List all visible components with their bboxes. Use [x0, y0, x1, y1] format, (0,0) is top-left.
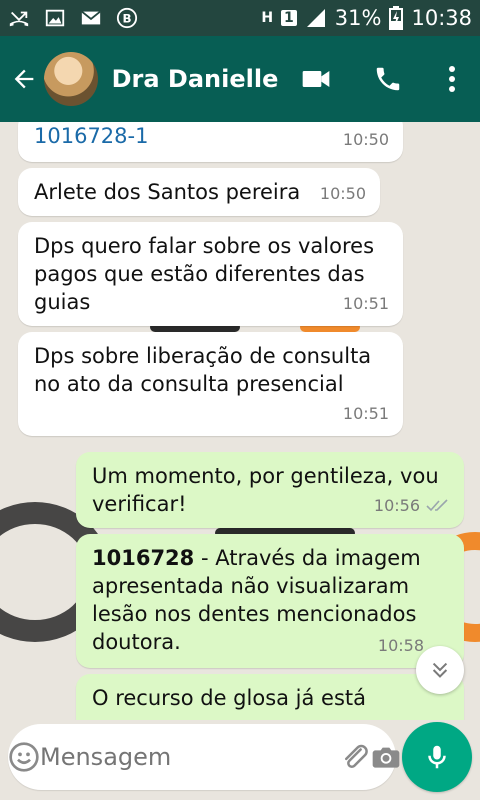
message-time: 10:51	[342, 294, 389, 313]
video-call-icon	[302, 71, 330, 87]
chat-header: Dra Danielle…	[0, 36, 480, 122]
emoji-button[interactable]	[8, 724, 40, 790]
message-incoming[interactable]: Dps quero falar sobre os valores pagos q…	[18, 222, 403, 326]
camera-button[interactable]	[370, 724, 402, 790]
message-outgoing[interactable]: Um momento, por gentileza, vou verificar…	[76, 452, 464, 528]
microphone-icon	[428, 745, 446, 769]
clock: 10:38	[411, 6, 472, 30]
video-call-button[interactable]	[280, 36, 352, 122]
avatar[interactable]	[43, 52, 98, 106]
svg-text:B: B	[122, 12, 131, 26]
more-options-button[interactable]	[424, 36, 480, 122]
status-bar: B H 1 31% 10:38	[0, 0, 480, 36]
message-outgoing[interactable]: O recurso de glosa já está	[76, 674, 464, 720]
battery-percent: 31%	[334, 6, 382, 30]
emoji-icon	[9, 742, 39, 772]
message-list[interactable]: 1016728-1 10:50 Arlete dos Santos pereir…	[0, 122, 480, 720]
message-incoming[interactable]: Dps sobre liberação de consulta no ato d…	[18, 332, 403, 436]
b-app-icon: B	[116, 7, 138, 29]
network-type: H	[261, 10, 274, 26]
message-time: 10:51	[342, 404, 389, 423]
message-text[interactable]: 1016728-1	[34, 124, 148, 148]
message-bold-prefix: 1016728	[92, 546, 195, 570]
message-time: 10:56	[373, 496, 420, 515]
message-time: 10:50	[319, 184, 366, 203]
attach-button[interactable]	[340, 724, 370, 790]
voice-call-button[interactable]	[352, 36, 424, 122]
message-time: 10:58	[377, 636, 424, 655]
read-receipt-icon	[426, 499, 448, 512]
message-text: Arlete dos Santos pereira	[34, 180, 301, 204]
message-time: 10:50	[342, 130, 389, 149]
message-incoming[interactable]: 1016728-1 10:50	[18, 122, 403, 162]
battery-charging-icon	[389, 6, 404, 30]
message-text: Dps sobre liberação de consulta no ato d…	[34, 344, 372, 396]
signal-icon	[306, 9, 325, 27]
message-incoming[interactable]: Arlete dos Santos pereira 10:50	[18, 168, 380, 216]
paperclip-icon	[345, 744, 368, 769]
sim-badge: 1	[281, 10, 297, 26]
composer-bar	[0, 720, 480, 800]
voice-message-button[interactable]	[402, 722, 472, 792]
more-options-icon	[449, 66, 455, 92]
message-outgoing[interactable]: 1016728 - Através da imagem apresentada …	[76, 534, 464, 668]
camera-icon	[372, 747, 400, 768]
message-text: O recurso de glosa já está	[92, 686, 367, 710]
phone-call-icon	[376, 67, 400, 91]
composer-field[interactable]	[8, 724, 400, 790]
message-text: Dps quero falar sobre os valores pagos q…	[34, 234, 375, 314]
gallery-icon	[45, 9, 65, 27]
message-input[interactable]	[40, 743, 340, 771]
email-icon	[81, 10, 101, 25]
back-button[interactable]	[4, 36, 44, 122]
missed-call-icon	[9, 11, 29, 27]
double-chevron-down-icon	[432, 662, 448, 678]
contact-name[interactable]: Dra Danielle…	[112, 65, 280, 93]
back-arrow-icon	[14, 69, 34, 89]
scroll-to-bottom-button[interactable]	[416, 646, 464, 694]
